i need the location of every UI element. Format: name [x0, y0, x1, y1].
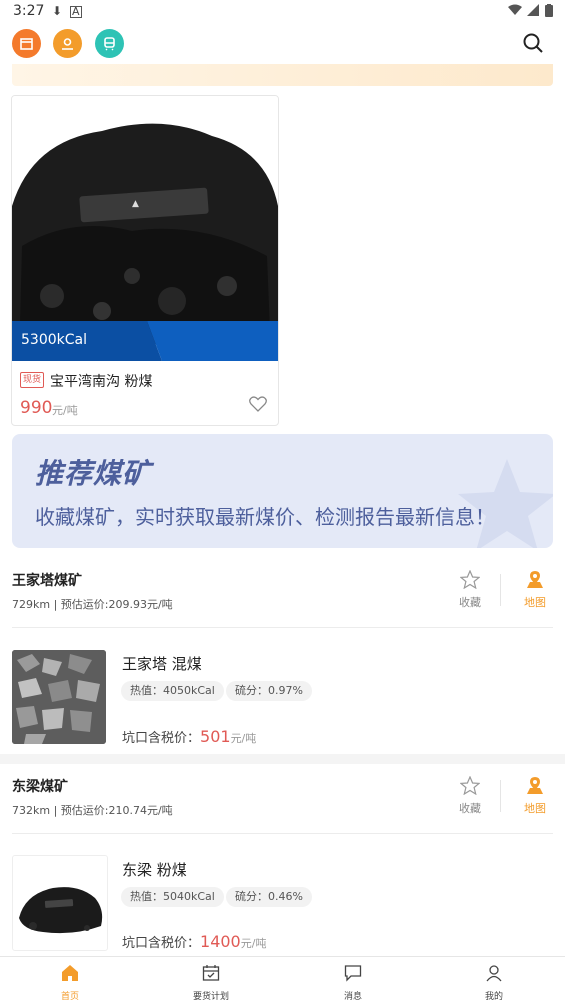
- price-label: 坑口含税价：: [122, 936, 201, 951]
- heat-value-tag: 热值：4050kCal: [121, 681, 224, 701]
- map-pin-icon: [527, 571, 543, 588]
- map-label: 地图: [524, 596, 546, 609]
- mine-name[interactable]: 王家塔煤矿: [12, 570, 82, 590]
- price-value: 501: [200, 727, 231, 746]
- star-icon: [459, 569, 481, 590]
- tab-label: 首页: [60, 992, 79, 1002]
- price-unit: 元/吨: [230, 732, 257, 745]
- download-icon: ⬇: [52, 4, 63, 18]
- train-icon[interactable]: [95, 29, 124, 58]
- star-icon: [459, 775, 481, 796]
- favorite-button[interactable]: 收藏: [450, 569, 490, 610]
- featured-product-card[interactable]: ▲ 5300kCal 现货 宝平湾南沟 粉煤 990 元/吨: [11, 95, 279, 426]
- top-bar: [0, 24, 565, 64]
- price-line: 坑口含税价：501元/吨: [122, 727, 256, 746]
- calorific-value: 5300kCal: [21, 332, 87, 348]
- calorific-badge: 5300kCal: [12, 321, 278, 361]
- recommend-title: 推荐煤矿: [35, 457, 152, 490]
- calendar-icon: [202, 965, 220, 981]
- map-label: 地图: [524, 802, 546, 815]
- divider: [500, 780, 501, 812]
- mine-distance-freight: 732km | 预估运价:210.74元/吨: [12, 804, 173, 817]
- app-notification-icon: A: [70, 5, 82, 18]
- price-value: 1400: [200, 932, 241, 951]
- tab-purchase-plan[interactable]: 要货计划: [166, 957, 256, 1005]
- section-gap: [0, 754, 565, 764]
- product-thumbnail[interactable]: [12, 650, 106, 744]
- shop-icon[interactable]: [12, 29, 41, 58]
- home-icon: [62, 965, 78, 981]
- map-pin-icon: [527, 777, 543, 794]
- mine-distance-freight: 729km | 预估运价:209.93元/吨: [12, 598, 173, 611]
- price-unit: 元/吨: [240, 937, 267, 950]
- price-label: 坑口含税价：: [122, 731, 201, 746]
- tab-label: 我的: [484, 992, 503, 1002]
- price-line: 坑口含税价：1400元/吨: [122, 932, 266, 951]
- favorite-button[interactable]: 收藏: [450, 775, 490, 816]
- tab-messages[interactable]: 消息: [308, 957, 398, 1005]
- heat-value-tag: 热值：5040kCal: [121, 887, 224, 907]
- map-button[interactable]: 地图: [515, 570, 555, 610]
- tab-label: 消息: [343, 992, 362, 1002]
- signal-icon: [527, 4, 539, 19]
- wifi-icon: [508, 4, 522, 19]
- favorite-label: 收藏: [459, 596, 481, 609]
- tab-home[interactable]: 首页: [25, 957, 115, 1005]
- spot-tag: 现货: [20, 372, 45, 388]
- featured-product-name: 宝平湾南沟 粉煤: [50, 374, 153, 390]
- product-name[interactable]: 东梁 粉煤: [122, 859, 187, 880]
- recommend-banner[interactable]: 推荐煤矿 收藏煤矿，实时获取最新煤价、检测报告最新信息！: [12, 434, 553, 548]
- battery-icon: [545, 4, 553, 20]
- sulfur-tag: 硫分：0.97%: [226, 681, 312, 701]
- featured-price-unit: 元/吨: [52, 404, 78, 417]
- promo-banner-strip[interactable]: [12, 64, 553, 86]
- product-name[interactable]: 王家塔 混煤: [122, 653, 202, 674]
- status-time: 3:27: [13, 3, 45, 19]
- bottom-tab-bar: 首页 要货计划 消息 我的: [0, 956, 565, 1005]
- map-pin-icon[interactable]: [53, 29, 82, 58]
- user-icon: [486, 965, 502, 982]
- sulfur-tag: 硫分：0.46%: [226, 887, 312, 907]
- status-bar: 3:27 ⬇ A: [0, 0, 565, 24]
- map-button[interactable]: 地图: [515, 776, 555, 816]
- svg-text:▲: ▲: [132, 199, 139, 209]
- divider: [12, 833, 553, 834]
- favorite-label: 收藏: [459, 802, 481, 815]
- divider: [12, 627, 553, 628]
- message-icon: [344, 965, 362, 982]
- heart-icon[interactable]: [249, 396, 267, 416]
- product-thumbnail[interactable]: [12, 855, 108, 951]
- tab-label: 要货计划: [192, 992, 229, 1002]
- featured-price: 990: [20, 398, 53, 418]
- divider: [500, 574, 501, 606]
- tab-profile[interactable]: 我的: [449, 957, 539, 1005]
- search-icon[interactable]: [522, 32, 544, 58]
- mine-name[interactable]: 东梁煤矿: [12, 776, 68, 796]
- recommend-subtitle: 收藏煤矿，实时获取最新煤价、检测报告最新信息！: [35, 505, 495, 529]
